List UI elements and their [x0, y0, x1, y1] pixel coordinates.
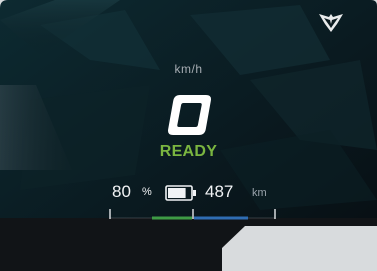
battery-charge-fill: [168, 188, 186, 198]
cupra-logo-icon: [319, 14, 343, 32]
speed-digit-glyph: [168, 95, 211, 135]
battery-percent-value: 80: [112, 182, 131, 201]
speed-unit-label: km/h: [174, 62, 203, 76]
instrument-cluster: km/h 0 READY 80 % 487 km: [0, 0, 377, 271]
energy-meter: [109, 209, 276, 220]
meter-range-bar: [194, 216, 248, 220]
battery-percent-unit: %: [142, 186, 152, 198]
range-value: 487: [205, 182, 234, 201]
speed-readout: 0: [166, 92, 212, 138]
range-unit: km: [252, 187, 267, 199]
energy-row: 80 % 487 km: [0, 180, 377, 204]
battery-icon: [165, 185, 196, 201]
instrument-cluster-screen: km/h 0 READY 80 % 487 km: [0, 0, 377, 271]
meter-charge-bar: [152, 216, 192, 220]
ready-status: READY: [159, 143, 218, 160]
